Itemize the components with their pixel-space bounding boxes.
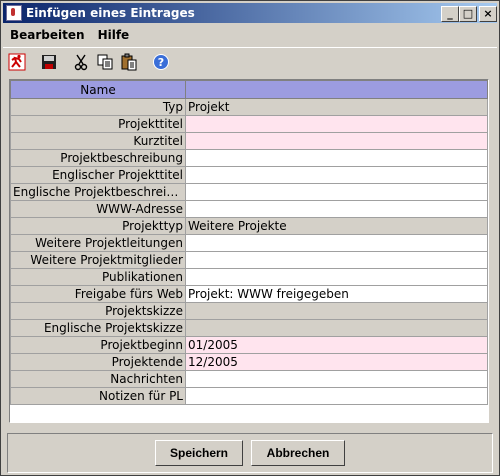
field-value[interactable]	[185, 149, 488, 167]
field-label: Englische Projektskizze	[10, 319, 186, 337]
table-row[interactable]: Englische Projektskizze	[10, 319, 488, 337]
help-icon[interactable]: ?	[151, 52, 171, 72]
table-row[interactable]: Publikationen	[10, 268, 488, 286]
java-icon	[6, 5, 22, 21]
field-label: Projekttitel	[10, 115, 186, 133]
field-label: Projektbeginn	[10, 336, 186, 354]
field-value[interactable]	[185, 166, 488, 184]
field-label: Weitere Projektleitungen	[10, 234, 186, 252]
field-value[interactable]	[185, 319, 488, 337]
field-label: Projekttyp	[10, 217, 186, 235]
dialog-window: Einfügen eines Eintrages _ □ × Bearbeite…	[0, 0, 500, 476]
table-row[interactable]: Projekttitel	[10, 115, 488, 133]
button-bar: Speichern Abbrechen	[7, 433, 493, 473]
field-value[interactable]	[185, 302, 488, 320]
title-bar[interactable]: Einfügen eines Eintrages _ □ ×	[3, 3, 497, 23]
field-label: Projektende	[10, 353, 186, 371]
field-value[interactable]	[185, 268, 488, 286]
field-value[interactable]	[185, 251, 488, 269]
window-title: Einfügen eines Eintrages	[26, 6, 195, 20]
exit-icon[interactable]	[7, 52, 27, 72]
save-button-label: Speichern	[169, 446, 229, 460]
save-button[interactable]: Speichern	[155, 440, 243, 466]
field-value[interactable]	[185, 183, 488, 201]
table-row[interactable]: Notizen für PL	[10, 387, 488, 405]
maximize-icon[interactable]: □	[459, 6, 477, 22]
close-icon[interactable]: ×	[479, 6, 497, 22]
menu-hilfe[interactable]: Hilfe	[91, 28, 136, 42]
field-label: Nachrichten	[10, 370, 186, 388]
field-label: Projektbeschreibung	[10, 149, 186, 167]
table-row[interactable]: Projektbeginn 01/2005	[10, 336, 488, 354]
field-label: Englische Projektbeschreibu...	[10, 183, 186, 201]
field-label: Weitere Projektmitglieder	[10, 251, 186, 269]
field-label: WWW-Adresse	[10, 200, 186, 218]
table-row[interactable]: Kurztitel	[10, 132, 488, 150]
field-label: Kurztitel	[10, 132, 186, 150]
field-value[interactable]: Weitere Projekte	[185, 217, 488, 235]
field-label: Publikationen	[10, 268, 186, 286]
column-header-name[interactable]: Name	[10, 80, 186, 99]
table-row[interactable]: Weitere Projektleitungen	[10, 234, 488, 252]
field-value[interactable]	[185, 234, 488, 252]
table-row[interactable]: Englischer Projekttitel	[10, 166, 488, 184]
menu-bar: Bearbeiten Hilfe	[3, 25, 497, 45]
table-row[interactable]: Typ Projekt	[10, 98, 488, 116]
field-label: Englischer Projekttitel	[10, 166, 186, 184]
table-row[interactable]: Freigabe fürs Web Projekt: WWW freigegebe…	[10, 285, 488, 303]
minimize-icon[interactable]: _	[441, 6, 459, 22]
field-value[interactable]	[185, 200, 488, 218]
copy-icon[interactable]	[95, 52, 115, 72]
table-row[interactable]: Projekttyp Weitere Projekte	[10, 217, 488, 235]
field-label: Projektskizze	[10, 302, 186, 320]
field-value[interactable]	[185, 387, 488, 405]
table-row[interactable]: Projektende 12/2005	[10, 353, 488, 371]
column-header-value[interactable]	[185, 80, 488, 99]
field-label: Freigabe fürs Web	[10, 285, 186, 303]
toolbar: ?	[3, 47, 497, 75]
cut-icon[interactable]	[71, 52, 91, 72]
table-row[interactable]: Projektskizze	[10, 302, 488, 320]
svg-text:?: ?	[158, 56, 164, 69]
table-row[interactable]: Projektbeschreibung	[10, 149, 488, 167]
property-table: Name Typ Projekt Projekttitel Kurztitel Proj…	[9, 79, 489, 423]
field-value[interactable]: 01/2005	[185, 336, 488, 354]
table-row[interactable]: Nachrichten	[10, 370, 488, 388]
save-icon[interactable]	[39, 52, 59, 72]
paste-icon[interactable]	[119, 52, 139, 72]
table-row[interactable]: Englische Projektbeschreibu...	[10, 183, 488, 201]
field-value[interactable]: 12/2005	[185, 353, 488, 371]
field-value[interactable]	[185, 115, 488, 133]
field-value[interactable]	[185, 132, 488, 150]
field-label: Typ	[10, 98, 186, 116]
field-value[interactable]: Projekt: WWW freigegeben	[185, 285, 488, 303]
table-row[interactable]: Weitere Projektmitglieder	[10, 251, 488, 269]
table-row[interactable]: WWW-Adresse	[10, 200, 488, 218]
cancel-button[interactable]: Abbrechen	[251, 440, 345, 466]
menu-bearbeiten[interactable]: Bearbeiten	[3, 28, 91, 42]
field-value[interactable]: Projekt	[185, 98, 488, 116]
field-value[interactable]	[185, 370, 488, 388]
field-label: Notizen für PL	[10, 387, 186, 405]
cancel-button-label: Abbrechen	[266, 446, 330, 460]
